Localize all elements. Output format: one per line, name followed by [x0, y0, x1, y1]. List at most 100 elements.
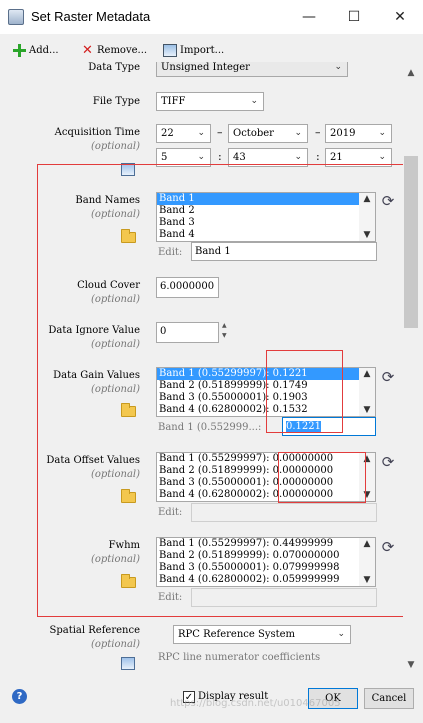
data-ignore-value-label: Data Ignore Value — [48, 325, 140, 336]
date-separator: – — [315, 126, 321, 139]
data-offset-edit-field[interactable] — [191, 503, 377, 522]
scroll-up-icon[interactable]: ▲ — [403, 68, 419, 78]
list-scrollbar[interactable]: ▲ ▼ — [359, 368, 375, 416]
list-item[interactable]: Band 1 (0.55299997): 0.44999999 — [157, 538, 375, 550]
list-item[interactable]: Band 2 (0.51899999): 0.070000000 — [157, 550, 375, 562]
folder-icon[interactable] — [121, 229, 136, 243]
list-item[interactable]: Band 2 (0.51899999): 0.1749 — [157, 380, 375, 392]
second-value: 21 — [330, 152, 343, 163]
scroll-down-icon[interactable]: ▼ — [359, 405, 375, 415]
display-result-checkbox[interactable]: ✓ — [183, 691, 195, 703]
fwhm-edit-field[interactable] — [191, 588, 377, 607]
minute-select[interactable]: 43 ⌄ — [228, 148, 308, 167]
list-item[interactable]: Band 3 — [157, 217, 375, 229]
calendar-icon[interactable] — [121, 163, 135, 176]
date-separator: – — [217, 126, 223, 139]
data-offset-values-label: Data Offset Values — [46, 455, 140, 466]
scroll-up-icon[interactable]: ▲ — [359, 454, 375, 464]
data-offset-values-list[interactable]: Band 1 (0.55299997): 0.00000000 Band 2 (… — [156, 452, 376, 502]
list-item[interactable]: Band 3 (0.55000001): 0.00000000 — [157, 477, 375, 489]
list-item[interactable]: Band 4 (0.62800002): 0.00000000 — [157, 489, 375, 501]
data-ignore-value-input[interactable]: 0 — [156, 322, 219, 343]
data-gain-edit-field[interactable]: 0.1221 — [282, 417, 376, 436]
data-type-select[interactable]: Unsigned Integer ⌄ — [156, 62, 348, 77]
list-item[interactable]: Band 2 (0.51899999): 0.00000000 — [157, 465, 375, 477]
folder-icon[interactable] — [121, 489, 136, 503]
refresh-icon[interactable]: ⟳ — [380, 193, 396, 209]
cancel-button[interactable]: Cancel — [364, 688, 414, 709]
scroll-thumb[interactable] — [404, 156, 418, 328]
spatial-reference-value: RPC Reference System — [178, 629, 296, 640]
list-item[interactable]: Band 4 (0.62800002): 0.1532 — [157, 404, 375, 416]
maximize-button[interactable]: ☐ — [339, 5, 369, 29]
day-select[interactable]: 22 ⌄ — [156, 124, 211, 143]
data-gain-values-label: Data Gain Values — [53, 370, 140, 381]
toolbar: Add... ✕ Remove... Import... — [0, 38, 423, 62]
year-value: 2019 — [330, 128, 356, 139]
folder-icon[interactable] — [121, 574, 136, 588]
data-gain-values-list[interactable]: Band 1 (0.55299997): 0.1221 Band 2 (0.51… — [156, 367, 376, 417]
refresh-icon[interactable]: ⟳ — [380, 539, 396, 555]
scroll-down-icon[interactable]: ▼ — [359, 230, 375, 240]
list-scrollbar[interactable]: ▲ ▼ — [359, 193, 375, 241]
window-title: Set Raster Metadata — [31, 9, 151, 24]
main-scrollbar[interactable]: ▲ ▼ — [403, 62, 419, 676]
scroll-down-icon[interactable]: ▼ — [359, 490, 375, 500]
fwhm-label: Fwhm — [108, 540, 140, 551]
second-select[interactable]: 21 ⌄ — [325, 148, 392, 167]
add-button[interactable]: Add... — [13, 42, 59, 58]
scroll-up-icon[interactable]: ▲ — [359, 194, 375, 204]
minimize-button[interactable]: — — [294, 5, 324, 29]
scroll-up-icon[interactable]: ▲ — [359, 539, 375, 549]
spin-down-icon[interactable]: ▼ — [222, 332, 230, 339]
acquisition-time-optional: (optional) — [90, 141, 140, 152]
import-button[interactable]: Import... — [163, 42, 224, 58]
remove-button[interactable]: ✕ Remove... — [81, 42, 147, 58]
fwhm-list[interactable]: Band 1 (0.55299997): 0.44999999 Band 2 (… — [156, 537, 376, 587]
refresh-icon[interactable]: ⟳ — [380, 454, 396, 470]
folder-icon[interactable] — [121, 403, 136, 417]
band-names-list[interactable]: Band 1 Band 2 Band 3 Band 4 ▲ ▼ — [156, 192, 376, 242]
scroll-down-icon[interactable]: ▼ — [359, 575, 375, 585]
scroll-down-icon[interactable]: ▼ — [403, 660, 419, 670]
cloud-cover-input[interactable]: 6.0000000 — [156, 277, 219, 298]
help-icon[interactable]: ? — [12, 689, 27, 704]
list-item[interactable]: Band 1 (0.55299997): 0.1221 — [157, 368, 375, 380]
list-item[interactable]: Band 3 (0.55000001): 0.079999998 — [157, 562, 375, 574]
list-item[interactable]: Band 1 (0.55299997): 0.00000000 — [157, 453, 375, 465]
ok-button[interactable]: OK — [308, 688, 358, 709]
chevron-down-icon: ⌄ — [250, 96, 258, 106]
file-type-select[interactable]: TIFF ⌄ — [156, 92, 264, 111]
day-value: 22 — [161, 128, 174, 139]
display-result-label: Display result — [198, 691, 269, 702]
chevron-down-icon: ⌄ — [294, 128, 302, 138]
hour-value: 5 — [161, 152, 168, 163]
month-select[interactable]: October ⌄ — [228, 124, 308, 143]
data-type-label: Data Type — [88, 62, 140, 73]
band-names-edit-field[interactable]: Band 1 — [191, 242, 377, 261]
band-names-edit-label: Edit: — [158, 247, 183, 258]
list-item[interactable]: Band 1 — [157, 193, 375, 205]
hour-select[interactable]: 5 ⌄ — [156, 148, 211, 167]
acquisition-time-label: Acquisition Time — [54, 127, 140, 138]
chevron-down-icon: ⌄ — [197, 152, 205, 162]
import-icon — [163, 43, 177, 57]
list-item[interactable]: Band 3 (0.55000001): 0.1903 — [157, 392, 375, 404]
list-item[interactable]: Band 2 — [157, 205, 375, 217]
chevron-down-icon: ⌄ — [378, 128, 386, 138]
list-scrollbar[interactable]: ▲ ▼ — [359, 538, 375, 586]
close-button[interactable]: ✕ — [385, 5, 415, 29]
refresh-icon[interactable]: ⟳ — [380, 369, 396, 385]
list-scrollbar[interactable]: ▲ ▼ — [359, 453, 375, 501]
chevron-down-icon: ⌄ — [334, 62, 342, 72]
spin-up-icon[interactable]: ▲ — [222, 322, 230, 329]
list-item[interactable]: Band 4 — [157, 229, 375, 241]
year-select[interactable]: 2019 ⌄ — [325, 124, 392, 143]
reference-icon[interactable] — [121, 657, 135, 670]
scroll-up-icon[interactable]: ▲ — [359, 369, 375, 379]
app-icon — [8, 9, 24, 25]
spatial-reference-label: Spatial Reference — [49, 625, 141, 636]
spatial-reference-select[interactable]: RPC Reference System ⌄ — [173, 625, 351, 644]
data-type-value: Unsigned Integer — [161, 62, 250, 73]
list-item[interactable]: Band 4 (0.62800002): 0.059999999 — [157, 574, 375, 586]
